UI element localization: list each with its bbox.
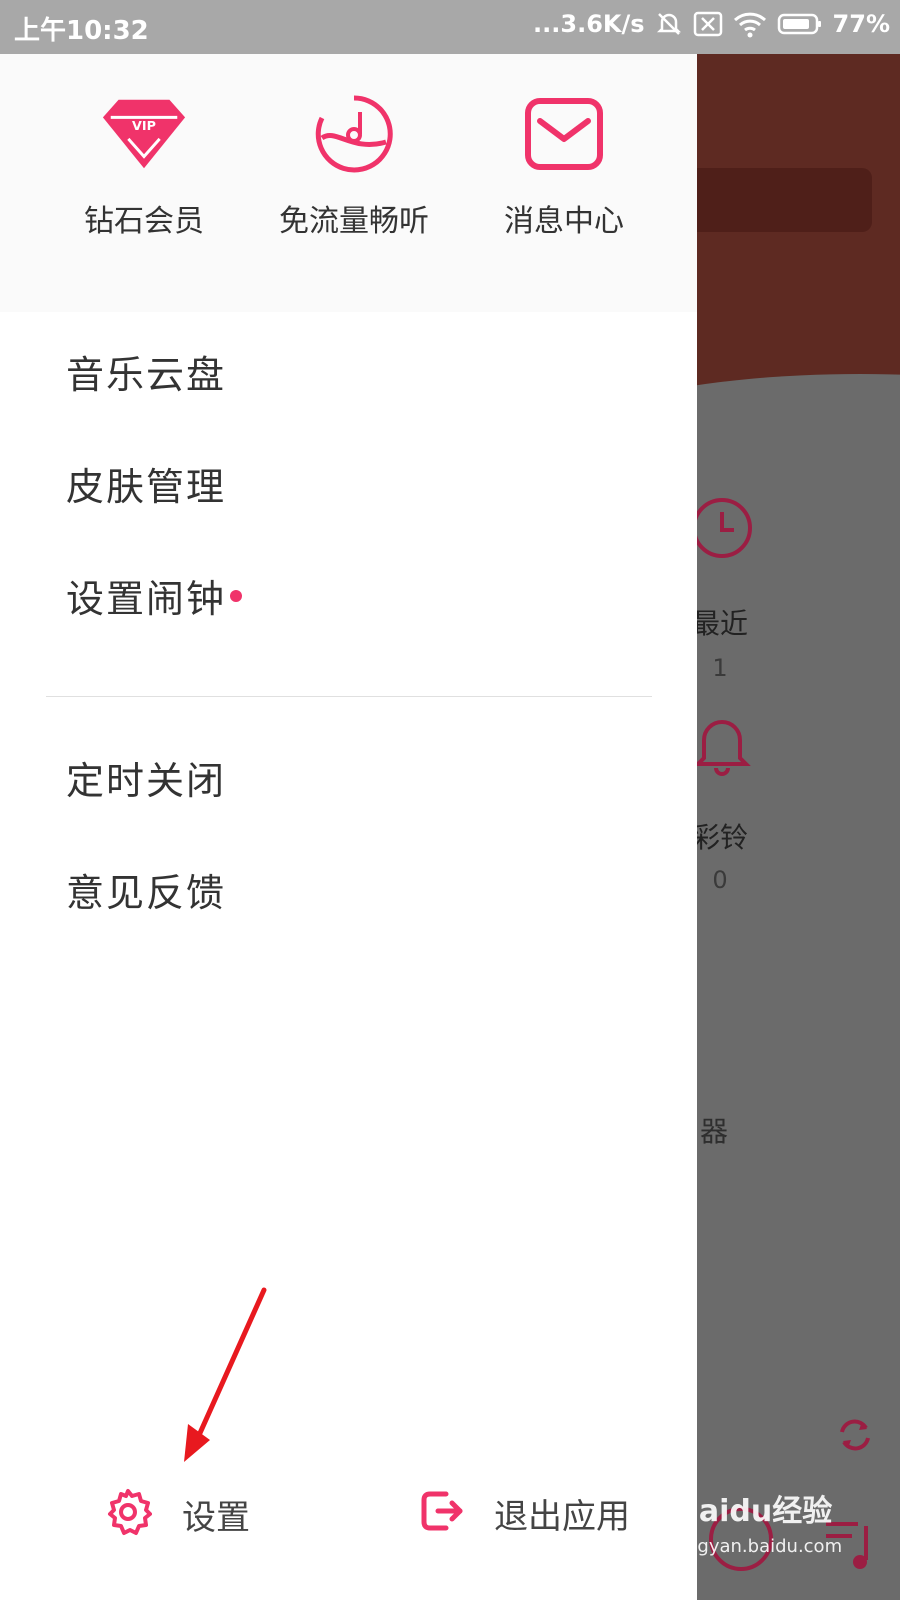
- background-ringtone-count: 0: [712, 866, 728, 894]
- status-time: 上午10:32: [14, 16, 149, 46]
- background-recent-count: 1: [712, 654, 728, 682]
- sim-x-icon: [693, 11, 723, 37]
- menu-divider: [46, 696, 652, 697]
- status-right: ...3.6K/s 77%: [533, 10, 890, 38]
- recent-clock-icon: [690, 496, 754, 564]
- vip-badge-text: VIP: [132, 118, 156, 133]
- menu-item-label: 皮肤管理: [66, 465, 227, 509]
- menu-item-sleep-timer[interactable]: 定时关闭: [66, 750, 226, 805]
- menu-item-label: 音乐云盘: [66, 353, 227, 397]
- quick-actions-row: VIP 钻石会员 免流量畅听 消息中心: [0, 54, 697, 312]
- exit-app-button[interactable]: 退出应用: [420, 1488, 630, 1538]
- new-indicator-dot: [230, 589, 243, 602]
- ringtone-bell-icon: [690, 710, 754, 784]
- quick-action-vip[interactable]: VIP 钻石会员: [44, 94, 244, 240]
- settings-label: 设置: [182, 1497, 250, 1538]
- watermark-brand: Baidu经验: [676, 1494, 833, 1529]
- quick-action-label: 钻石会员: [84, 204, 204, 239]
- menu-item-label: 意见反馈: [66, 871, 227, 915]
- baidu-watermark: Baidu经验 jingyan.baidu.com: [676, 1486, 842, 1557]
- menu-item-label: 定时关闭: [66, 759, 227, 803]
- menu-item-feedback[interactable]: 意见反馈: [66, 862, 226, 917]
- vip-diamond-icon: VIP: [99, 94, 189, 174]
- background-ringtone-label: 彩铃: [691, 821, 748, 854]
- envelope-icon: [519, 94, 609, 174]
- watermark-url: jingyan.baidu.com: [676, 1536, 843, 1557]
- battery-percent: 77%: [832, 10, 890, 38]
- gear-icon: [104, 1488, 152, 1540]
- quick-action-messages[interactable]: 消息中心: [464, 94, 664, 240]
- quick-action-label: 免流量畅听: [279, 204, 429, 239]
- exit-icon: [420, 1488, 464, 1538]
- quick-action-label: 消息中心: [504, 204, 624, 239]
- status-bar: 上午10:32 ...3.6K/s 77%: [0, 0, 900, 54]
- menu-item-label: 设置闹钟: [66, 577, 227, 621]
- mute-bell-icon: [655, 10, 683, 38]
- menu-item-cloud-disk[interactable]: 音乐云盘: [66, 344, 226, 399]
- menu-item-set-alarm[interactable]: 设置闹钟: [66, 568, 243, 623]
- side-drawer: VIP 钻石会员 免流量畅听 消息中心 音乐云盘 皮肤管理 设置闹钟 定时关闭 …: [0, 54, 697, 1600]
- network-speed: ...3.6K/s: [533, 10, 645, 38]
- background-partial-text: 器: [700, 1115, 729, 1148]
- menu-item-skin-manager[interactable]: 皮肤管理: [66, 456, 226, 511]
- exit-label: 退出应用: [494, 1496, 630, 1537]
- refresh-icon: [836, 1416, 874, 1458]
- battery-icon: [777, 12, 823, 36]
- settings-button[interactable]: 设置: [104, 1488, 250, 1540]
- wifi-icon: [733, 10, 767, 38]
- quick-action-free-data[interactable]: 免流量畅听: [254, 94, 454, 240]
- music-note-circle-icon: [309, 94, 399, 174]
- background-recent-label: 最近: [691, 607, 748, 640]
